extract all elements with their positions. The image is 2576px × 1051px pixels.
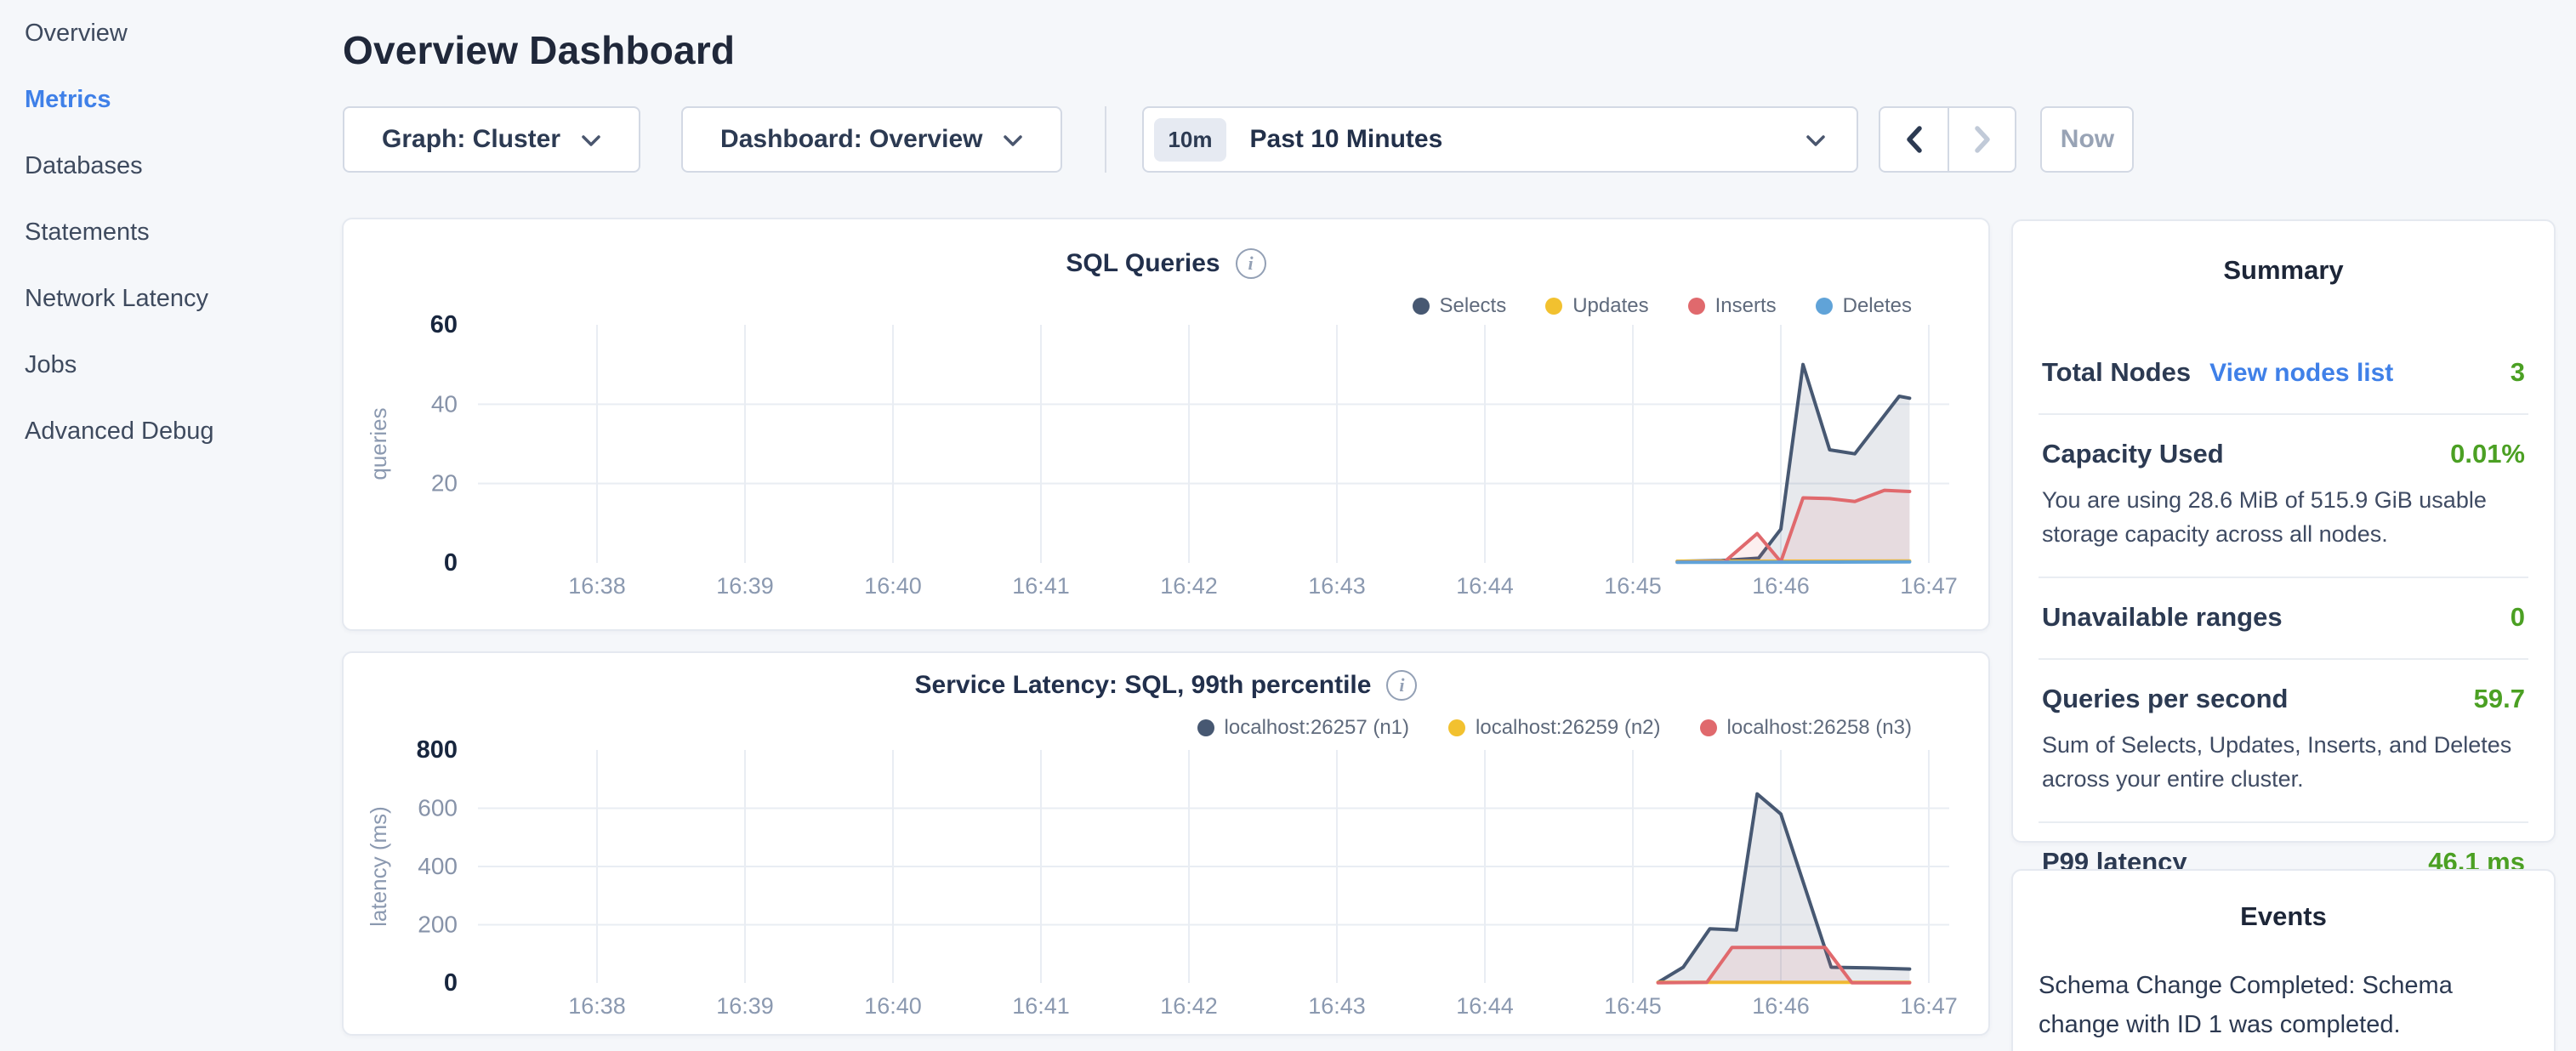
summary-row-label: Unavailable ranges	[2042, 602, 2283, 633]
summary-row-label: Queries per second	[2042, 684, 2288, 714]
events-panel: Events Schema Change Completed: Schema c…	[2011, 869, 2556, 1051]
x-tick-label: 16:40	[864, 573, 922, 599]
x-tick-label: 16:44	[1456, 993, 1514, 1019]
event-text: Schema Change Completed: Schema change w…	[2039, 966, 2528, 1044]
y-tick-label: 0	[444, 549, 458, 577]
series-line	[1677, 562, 1909, 563]
summary-rows: Total Nodes View nodes list 3 Capacity Used…	[2039, 333, 2528, 903]
x-tick-label: 16:43	[1308, 573, 1366, 599]
y-tick-label: 800	[417, 736, 458, 764]
x-tick-label: 16:39	[716, 993, 774, 1019]
sidebar-item-metrics[interactable]: Metrics	[0, 66, 323, 133]
summary-row-value: 0.01%	[2450, 439, 2525, 469]
x-tick-label: 16:38	[568, 993, 626, 1019]
controls-bar: Graph: Cluster Dashboard: Overview 10m P…	[343, 106, 2134, 173]
chevron-down-icon	[581, 134, 601, 148]
y-tick-label: 0	[444, 969, 458, 997]
y-axis-label: latency (ms)	[366, 806, 391, 927]
sidebar-item-advanced-debug[interactable]: Advanced Debug	[0, 398, 323, 464]
y-tick-label: 40	[431, 390, 458, 417]
controls-divider	[1105, 106, 1106, 173]
summary-row-description: You are using 28.6 MiB of 515.9 GiB usab…	[2042, 483, 2525, 551]
sidebar-item-statements[interactable]: Statements	[0, 199, 323, 265]
view-nodes-list-link[interactable]: View nodes list	[2209, 359, 2393, 388]
service-latency-chart-card: Service Latency: SQL, 99th percentile i …	[342, 651, 1990, 1036]
time-window-selector[interactable]: 10m Past 10 Minutes	[1142, 106, 1858, 173]
summary-row: Total Nodes View nodes list 3	[2039, 333, 2528, 413]
chart-plot[interactable]: 16:38 16:39 16:40 16:41 16:42 16:43 16:44 16:45…	[344, 219, 1992, 633]
events-title: Events	[2039, 901, 2528, 932]
time-step-back-button[interactable]	[1880, 108, 1948, 171]
sidebar-item-overview[interactable]: Overview	[0, 0, 323, 66]
sidebar-item-jobs[interactable]: Jobs	[0, 332, 323, 398]
y-axis-label: queries	[366, 407, 391, 480]
time-step-group	[1879, 106, 2016, 173]
chevron-right-icon	[1971, 125, 1993, 154]
x-tick-label: 16:38	[568, 573, 626, 599]
chevron-down-icon	[1003, 134, 1023, 148]
x-tick-label: 16:45	[1604, 573, 1662, 599]
dashboard-dropdown-label: Dashboard: Overview	[720, 125, 982, 154]
y-tick-label: 60	[430, 311, 458, 338]
x-tick-label: 16:45	[1604, 993, 1662, 1019]
summary-row-label: Total Nodes	[2042, 357, 2191, 388]
y-tick-label: 600	[418, 795, 458, 821]
event-item[interactable]: Schema Change Completed: Schema change w…	[2039, 966, 2528, 1051]
time-step-forward-button	[1948, 108, 2015, 171]
summary-row-value: 59.7	[2474, 684, 2525, 714]
x-tick-label: 16:47	[1900, 993, 1958, 1019]
sidebar: OverviewMetricsDatabasesStatementsNetwor…	[0, 0, 323, 1051]
x-tick-label: 16:42	[1160, 573, 1218, 599]
x-tick-label: 16:44	[1456, 573, 1514, 599]
x-tick-label: 16:43	[1308, 993, 1366, 1019]
chart-plot[interactable]: 16:38 16:39 16:40 16:41 16:42 16:43 16:44 16:45…	[344, 653, 1992, 1037]
chevron-left-icon	[1903, 125, 1925, 154]
x-tick-label: 16:40	[864, 993, 922, 1019]
summary-row: Unavailable ranges 0	[2039, 577, 2528, 658]
dashboard-dropdown[interactable]: Dashboard: Overview	[681, 106, 1062, 173]
time-window-badge: 10m	[1154, 118, 1225, 162]
summary-row-value: 3	[2511, 357, 2525, 388]
page-title: Overview Dashboard	[343, 27, 735, 73]
sidebar-item-databases[interactable]: Databases	[0, 133, 323, 199]
summary-row-label: Capacity Used	[2042, 439, 2224, 469]
summary-row: Queries per second 59.7 Sum of Selects, Up…	[2039, 658, 2528, 821]
y-tick-label: 20	[431, 470, 458, 497]
x-tick-label: 16:42	[1160, 993, 1218, 1019]
sql-queries-chart-card: SQL Queries i SelectsUpdatesInsertsDelet…	[342, 218, 1990, 631]
x-tick-label: 16:47	[1900, 573, 1958, 599]
summary-row-description: Sum of Selects, Updates, Inserts, and De…	[2042, 728, 2525, 796]
x-tick-label: 16:46	[1752, 573, 1810, 599]
summary-row-value: 0	[2511, 602, 2525, 633]
y-tick-label: 200	[418, 912, 458, 938]
x-tick-label: 16:41	[1012, 993, 1070, 1019]
graph-dropdown-label: Graph: Cluster	[382, 125, 560, 154]
graph-dropdown[interactable]: Graph: Cluster	[343, 106, 640, 173]
summary-row: Capacity Used 0.01% You are using 28.6 MiB…	[2039, 413, 2528, 577]
summary-panel: Summary Total Nodes View nodes list 3 Capac…	[2011, 219, 2556, 843]
x-tick-label: 16:46	[1752, 993, 1810, 1019]
summary-title: Summary	[2039, 255, 2528, 286]
time-window-label: Past 10 Minutes	[1250, 125, 1443, 154]
chevron-down-icon	[1805, 134, 1826, 148]
sidebar-item-network-latency[interactable]: Network Latency	[0, 265, 323, 332]
y-tick-label: 400	[418, 853, 458, 879]
x-tick-label: 16:39	[716, 573, 774, 599]
now-button[interactable]: Now	[2040, 106, 2134, 173]
x-tick-label: 16:41	[1012, 573, 1070, 599]
